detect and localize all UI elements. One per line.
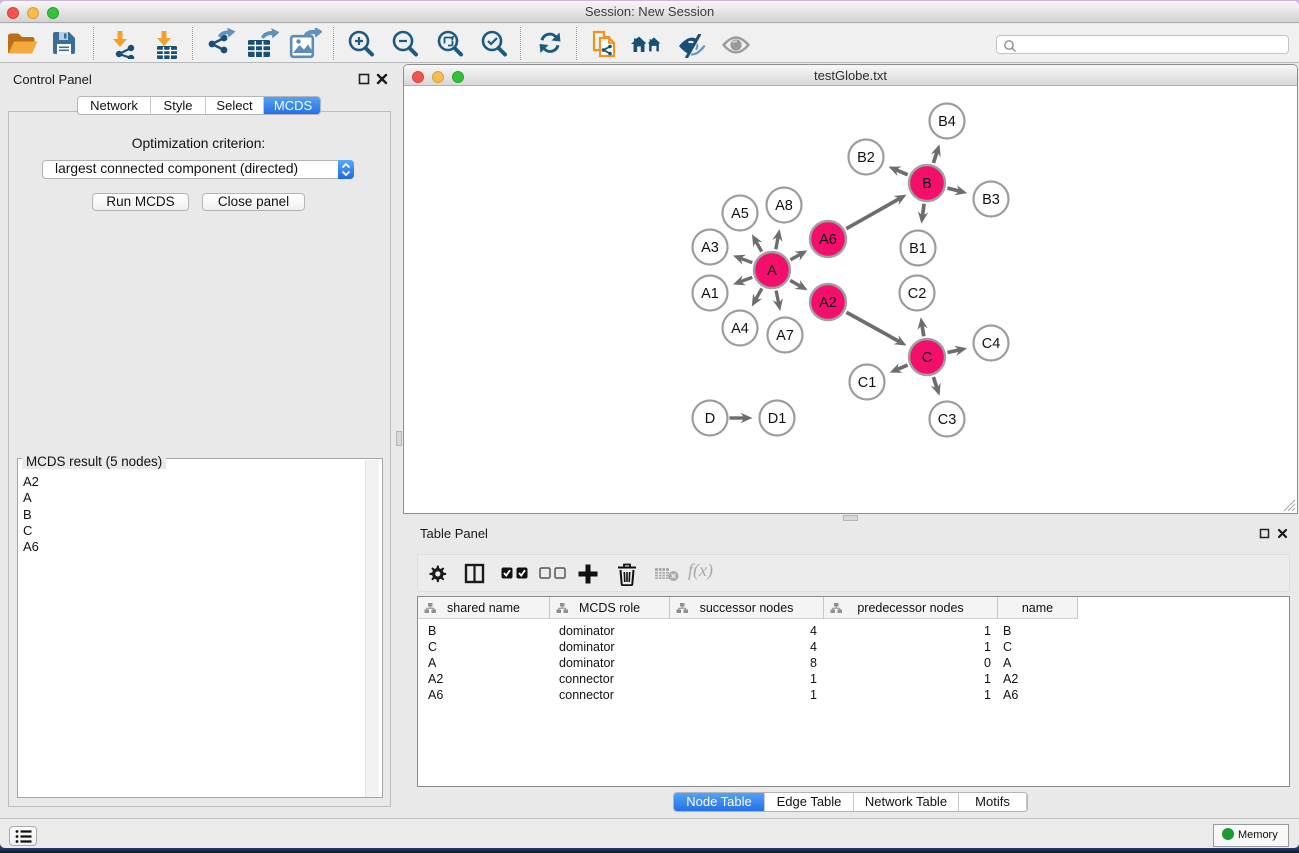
svg-text:A5: A5 — [731, 206, 749, 222]
svg-text:B: B — [922, 176, 932, 192]
svg-text:B2: B2 — [857, 150, 875, 166]
svg-text:A3: A3 — [701, 240, 719, 256]
svg-text:A2: A2 — [819, 295, 837, 311]
svg-text:C2: C2 — [908, 286, 927, 302]
svg-text:B4: B4 — [938, 114, 956, 130]
svg-text:A4: A4 — [731, 321, 749, 337]
svg-text:D1: D1 — [768, 411, 787, 427]
svg-text:A8: A8 — [775, 198, 793, 214]
svg-text:B1: B1 — [909, 241, 927, 257]
svg-text:A7: A7 — [776, 328, 794, 344]
svg-text:D: D — [705, 411, 715, 427]
svg-text:A1: A1 — [701, 286, 719, 302]
svg-text:C3: C3 — [938, 412, 957, 428]
svg-text:C: C — [922, 350, 932, 366]
svg-text:C1: C1 — [858, 375, 877, 391]
svg-text:B3: B3 — [982, 192, 1000, 208]
svg-text:A: A — [767, 263, 777, 279]
svg-text:C4: C4 — [982, 336, 1001, 352]
svg-text:A6: A6 — [819, 232, 837, 248]
